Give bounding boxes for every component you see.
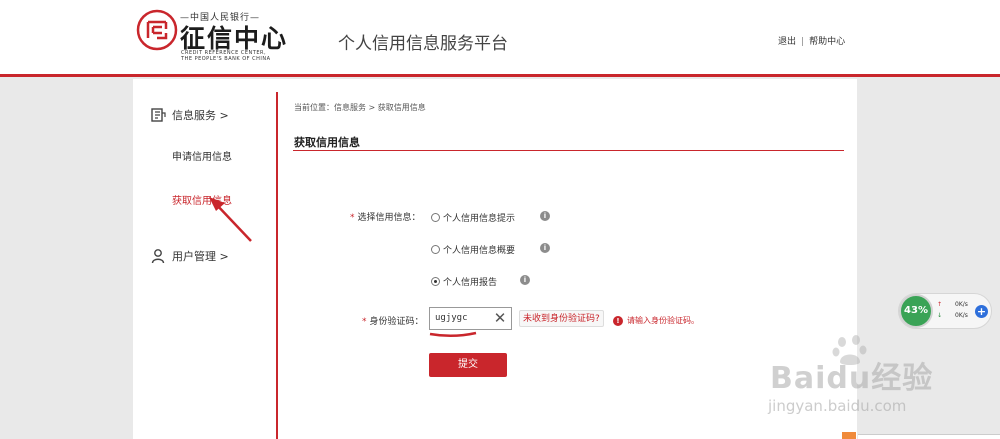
not-received-code-button[interactable]: 未收到身份验证码? <box>519 310 604 327</box>
option-label: 个人信用报告 <box>443 278 498 288</box>
help-center-link[interactable]: 帮助中心 <box>809 37 845 47</box>
annotation-arrow-icon <box>209 197 252 242</box>
logo-english-line2: THE PEOPLE'S BANK OF CHINA <box>181 56 271 62</box>
option-credit-report[interactable]: 个人信用报告 <box>431 275 497 288</box>
section-title: 获取信用信息 <box>294 136 360 149</box>
site-header: —中国人民银行— 征信中心 CREDIT REFERENCE CENTER, T… <box>0 0 1000 76</box>
platform-title: 个人信用信息服务平台 <box>338 34 508 54</box>
verification-code-label: * 身份验证码： <box>362 314 424 327</box>
clear-input-icon[interactable]: ✕ <box>492 309 508 327</box>
download-arrow-icon: ↓ <box>937 312 943 319</box>
verification-code-label-text: 身份验证码： <box>369 317 424 327</box>
document-icon <box>151 108 166 122</box>
info-icon[interactable]: i <box>540 243 550 253</box>
select-credit-label-text: 选择信用信息： <box>357 213 421 223</box>
sidebar-item-label: 信息服务 > <box>172 109 229 122</box>
required-mark: * <box>350 213 355 223</box>
content-panel <box>133 79 857 439</box>
watermark-title: Baidu经验 <box>770 361 934 396</box>
top-links: 退出 | 帮助中心 <box>778 34 845 47</box>
network-speed-widget[interactable]: 43% ↑ ↓ 0K/s 0K/s + <box>898 293 992 329</box>
sidebar-item-apply-credit[interactable]: 申请信用信息 <box>172 148 232 163</box>
logout-link[interactable]: 退出 <box>778 37 796 47</box>
option-credit-summary[interactable]: 个人信用信息概要 <box>431 243 515 256</box>
required-mark: * <box>362 317 367 327</box>
option-credit-hint[interactable]: 个人信用信息提示 <box>431 211 515 224</box>
breadcrumb: 当前位置：信息服务 > 获取信用信息 <box>294 103 426 112</box>
widget-add-icon[interactable]: + <box>975 305 988 318</box>
upload-arrow-icon: ↑ <box>937 301 943 308</box>
watermark-url: jingyan.baidu.com <box>768 397 907 415</box>
corner-tab <box>842 432 856 439</box>
upload-speed: 0K/s <box>955 301 968 308</box>
sidebar-item-label: 用户管理 > <box>172 250 229 263</box>
radio-credit-summary[interactable] <box>431 245 440 254</box>
option-label: 个人信用信息概要 <box>443 246 516 256</box>
error-icon: ! <box>613 316 623 326</box>
section-divider <box>293 150 844 151</box>
select-credit-label: * 选择信用信息： <box>350 210 421 223</box>
download-speed: 0K/s <box>955 312 968 319</box>
submit-button[interactable]: 提交 <box>429 353 507 377</box>
info-icon[interactable]: i <box>520 275 530 285</box>
corner-panel <box>858 434 1000 439</box>
handwritten-underline-icon <box>429 331 477 337</box>
user-icon <box>151 249 165 264</box>
info-icon[interactable]: i <box>540 211 550 221</box>
sidebar-divider <box>276 92 278 439</box>
credit-center-seal-icon <box>136 9 178 51</box>
radio-credit-report[interactable] <box>431 277 440 286</box>
error-message: 请输入身份验证码。 <box>627 316 699 325</box>
link-separator: | <box>801 37 805 47</box>
memory-usage-ball[interactable]: 43% <box>899 294 933 328</box>
option-label: 个人信用信息提示 <box>443 214 516 224</box>
radio-credit-hint[interactable] <box>431 213 440 222</box>
sidebar-item-credit-service[interactable]: 信息服务 > <box>150 107 229 123</box>
sidebar-item-user-manage[interactable]: 用户管理 > <box>150 248 229 264</box>
